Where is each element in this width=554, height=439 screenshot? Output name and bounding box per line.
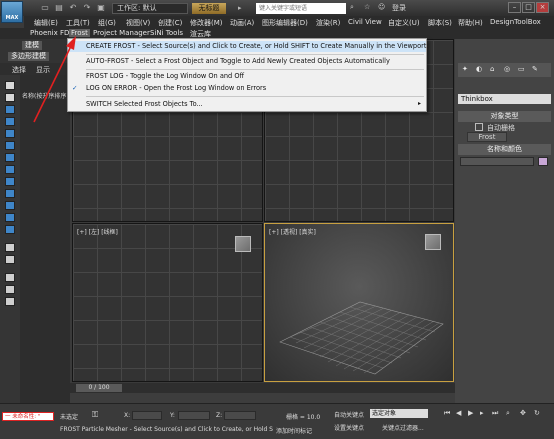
annotation-arrow — [33, 36, 76, 123]
